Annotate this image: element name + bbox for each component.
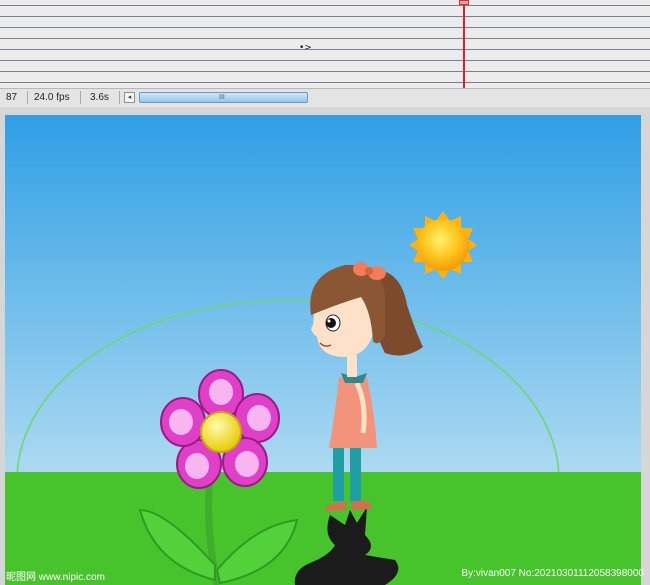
elapsed-time: 3.6s [90,92,109,103]
status-divider [27,91,28,104]
playhead-handle[interactable] [459,0,469,5]
horizontal-scrollbar[interactable]: III [139,92,308,103]
timeline-layer-divider [0,82,650,83]
timeline-layer-divider [0,38,650,39]
frame-rate[interactable]: 24.0 fps [30,91,74,104]
timeline-layer-divider [0,60,650,61]
timeline-layer-divider [0,5,650,6]
current-frame: 87 [6,92,18,103]
watermark-author: By:vivan007 No:20210301112058398000 [461,568,644,579]
playhead[interactable] [463,0,465,88]
watermark-bar: 昵图网 www.nipic.com By:vivan007 No:2021030… [0,565,650,585]
status-divider [119,91,120,104]
scroll-left-button[interactable]: ◂ [124,92,135,103]
animation-stage[interactable] [5,115,641,585]
stage-pasteboard [0,107,650,585]
timeline-layer-divider [0,27,650,28]
timeline-layer-divider [0,71,650,72]
status-divider [80,91,81,104]
timeline-status-bar: 87 24.0 fps 3.6s ◂ III [0,88,650,108]
keyframe-marker[interactable]: •> [299,44,312,53]
scroll-grip-icon[interactable]: III [219,94,225,101]
timeline-layer-divider [0,16,650,17]
watermark-site: 昵图网 www.nipic.com [6,572,105,583]
timeline-layer-divider [0,49,650,50]
stage-canvas [5,115,641,585]
timeline-panel[interactable]: •> [0,0,650,88]
